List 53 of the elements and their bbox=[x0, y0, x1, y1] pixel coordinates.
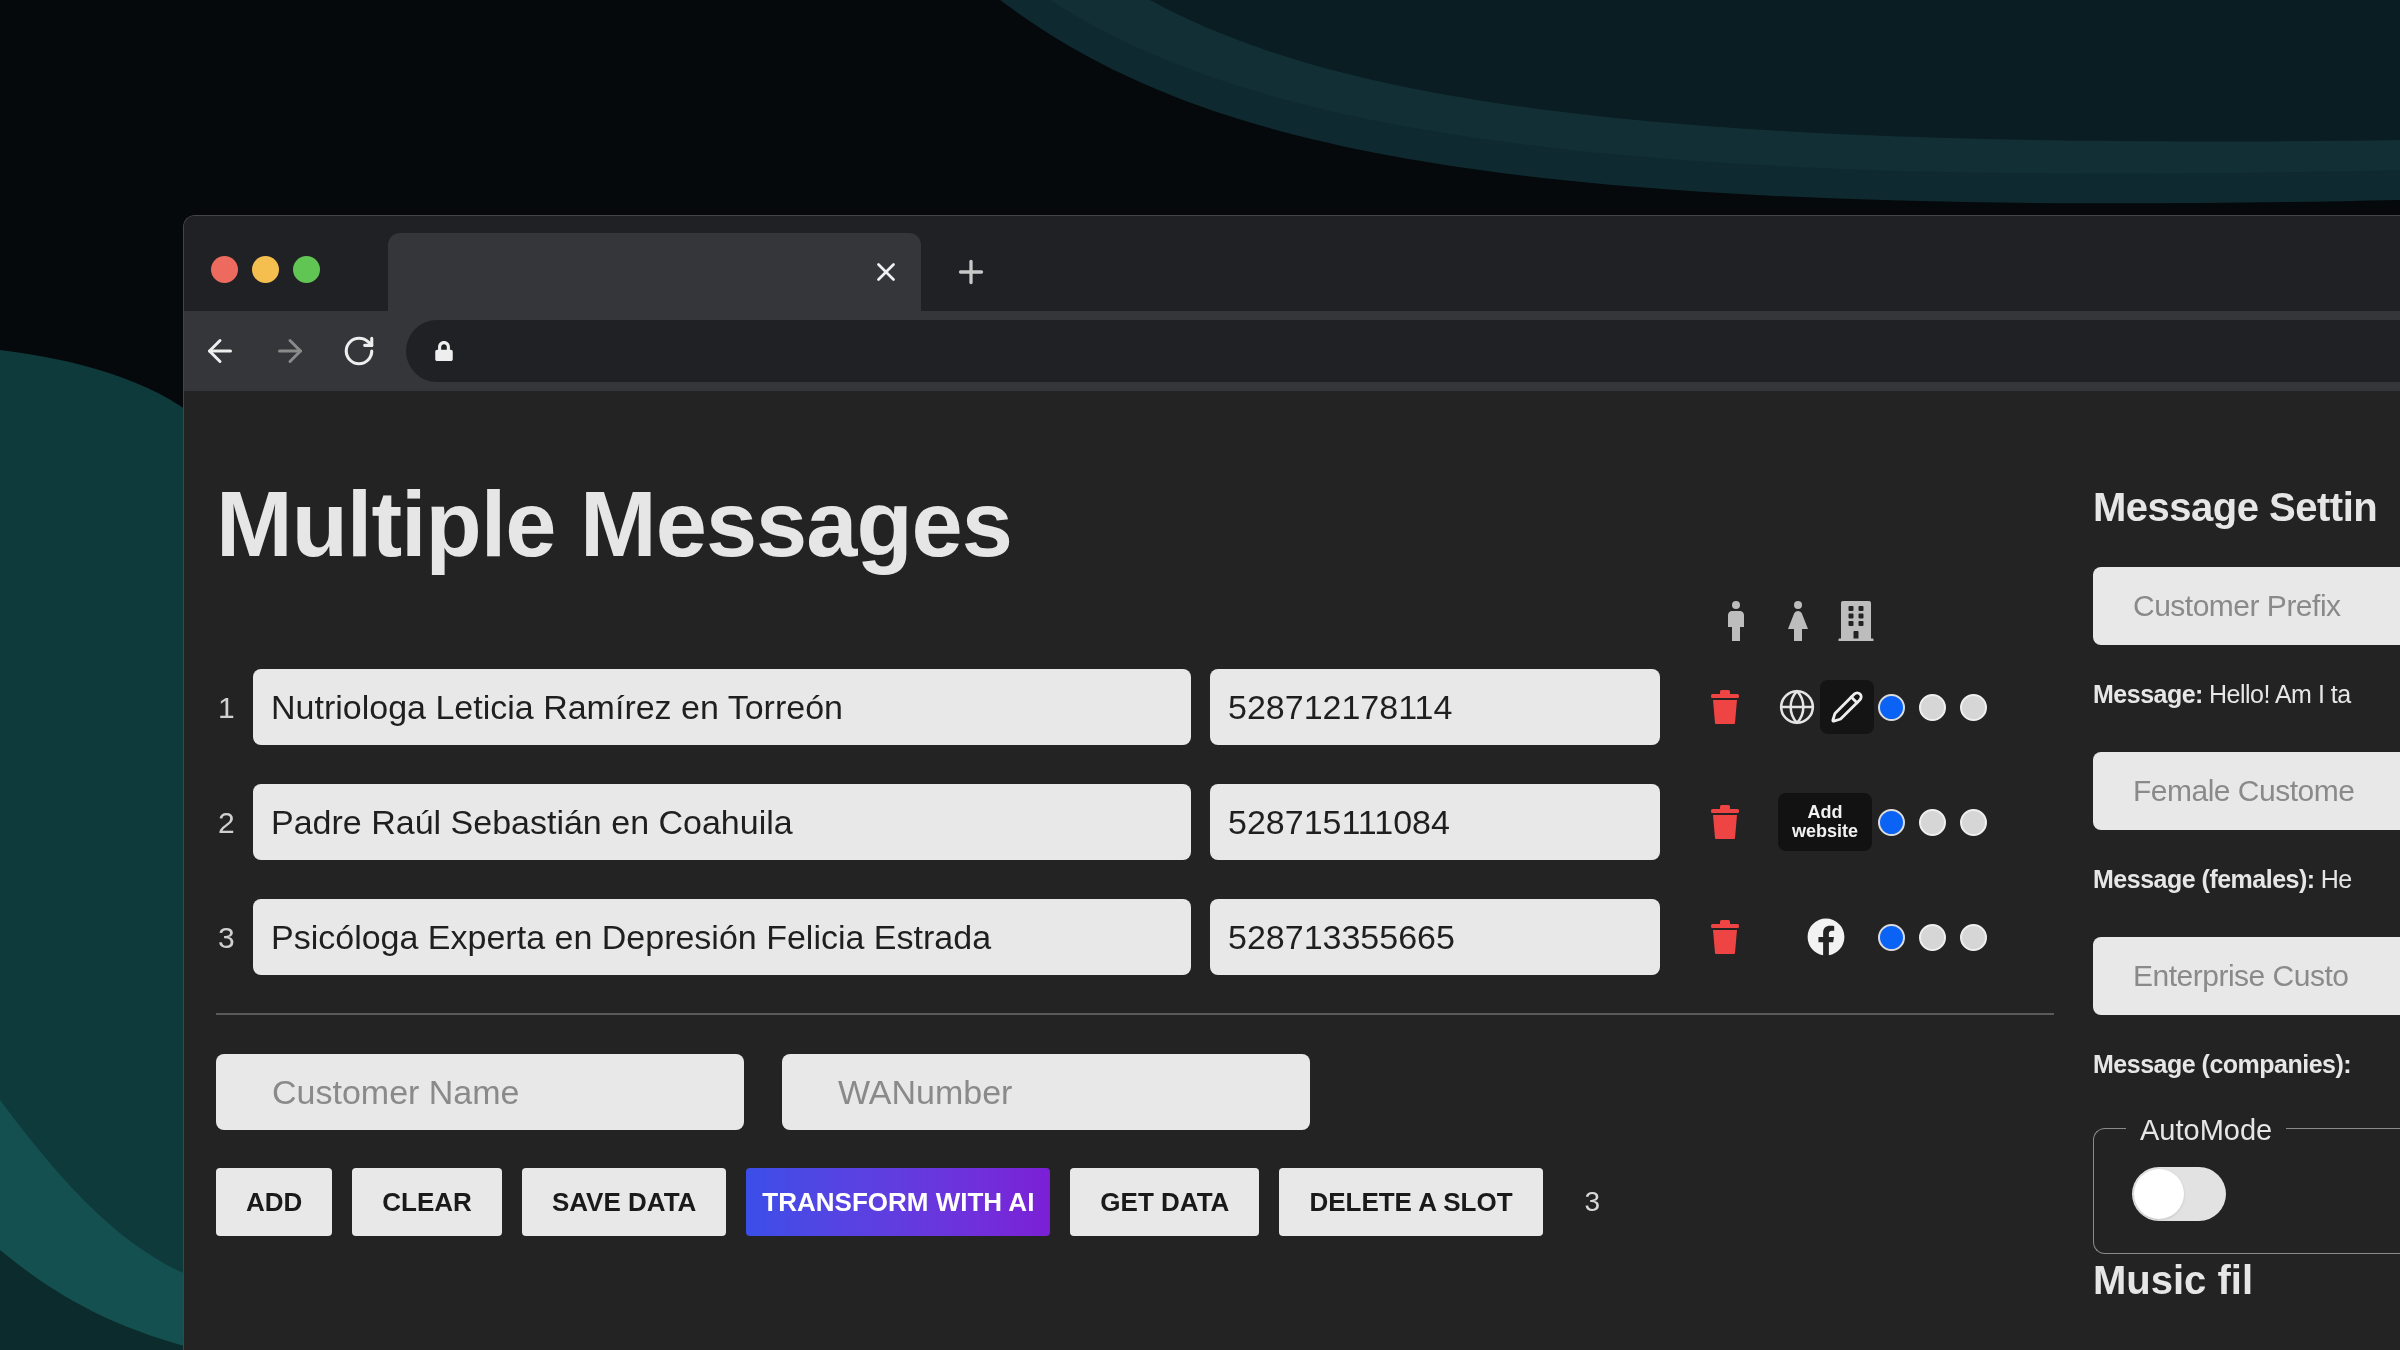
type-radio[interactable] bbox=[1878, 693, 1905, 721]
message-label: Message (females): bbox=[2093, 863, 2315, 895]
pencil-icon bbox=[1830, 690, 1864, 725]
type-radio[interactable] bbox=[1960, 693, 1987, 721]
globe-icon[interactable] bbox=[1778, 688, 1816, 727]
customer-name-field[interactable]: Padre Raúl Sebastián en Coahuila bbox=[253, 784, 1191, 861]
message-text: He bbox=[2320, 863, 2352, 895]
action-button[interactable]: SAVE DATA bbox=[521, 1168, 727, 1237]
customer-name-field[interactable]: Customer Name bbox=[216, 1054, 744, 1131]
type-radio[interactable] bbox=[1919, 808, 1946, 836]
reload-icon[interactable] bbox=[342, 334, 376, 368]
message-text: Hello! Am I ta bbox=[2208, 678, 2351, 710]
phone-number-field[interactable]: 528712178114 bbox=[1210, 669, 1660, 746]
row-number: 2 bbox=[217, 804, 236, 841]
phone-number-field[interactable]: 528713355665 bbox=[1210, 899, 1660, 976]
settings-title: Message Settin bbox=[2093, 484, 2379, 531]
type-radio[interactable] bbox=[1960, 808, 1987, 836]
type-radio[interactable] bbox=[1878, 923, 1905, 951]
building-icon[interactable] bbox=[1836, 601, 1876, 642]
close-window-icon[interactable] bbox=[211, 255, 238, 283]
type-radio[interactable] bbox=[1919, 693, 1946, 721]
type-radio[interactable] bbox=[1878, 808, 1905, 836]
slot-count: 3 bbox=[1584, 1185, 1601, 1220]
section-heading: Music fil bbox=[2093, 1258, 2255, 1302]
action-button[interactable]: ADD bbox=[216, 1168, 333, 1237]
automode-switch[interactable] bbox=[2132, 1167, 2226, 1221]
action-button[interactable]: DELETE A SLOT bbox=[1279, 1168, 1543, 1237]
message-label: Message: bbox=[2093, 678, 2203, 710]
prefix-field[interactable]: Customer Prefix bbox=[2093, 567, 2400, 645]
action-button[interactable]: CLEAR bbox=[352, 1168, 502, 1237]
type-radio[interactable] bbox=[1960, 923, 1987, 951]
customer-name-field[interactable]: Nutriologa Leticia Ramírez en Torreón bbox=[253, 669, 1191, 746]
maximize-window-icon[interactable] bbox=[293, 255, 320, 283]
phone-number-field[interactable]: 528715111084 bbox=[1210, 784, 1660, 861]
minimize-window-icon[interactable] bbox=[252, 255, 279, 283]
add-website-button[interactable]: Add website bbox=[1778, 793, 1872, 852]
prefix-field[interactable]: Enterprise Custo bbox=[2093, 937, 2400, 1015]
trash-icon[interactable] bbox=[1710, 919, 1740, 956]
lock-icon bbox=[434, 341, 454, 361]
action-button[interactable]: GET DATA bbox=[1070, 1168, 1260, 1237]
edit-button[interactable] bbox=[1820, 680, 1874, 735]
page-title: Multiple Messages bbox=[216, 472, 1012, 577]
wa-number-field[interactable]: WANumber bbox=[782, 1054, 1310, 1131]
type-radio[interactable] bbox=[1919, 923, 1946, 951]
facebook-icon[interactable] bbox=[1807, 918, 1845, 957]
customer-name-field[interactable]: Psicóloga Experta en Depresión Felicia Estrada bbox=[253, 899, 1191, 976]
prefix-field[interactable]: Female Custome bbox=[2093, 752, 2400, 830]
trash-icon[interactable] bbox=[1710, 689, 1740, 726]
trash-icon[interactable] bbox=[1710, 804, 1740, 841]
row-number: 1 bbox=[217, 689, 236, 726]
row-number: 3 bbox=[217, 919, 236, 956]
action-button[interactable]: TRANSFORM WITH AI bbox=[746, 1168, 1051, 1237]
message-label: Message (companies): bbox=[2093, 1048, 2352, 1080]
